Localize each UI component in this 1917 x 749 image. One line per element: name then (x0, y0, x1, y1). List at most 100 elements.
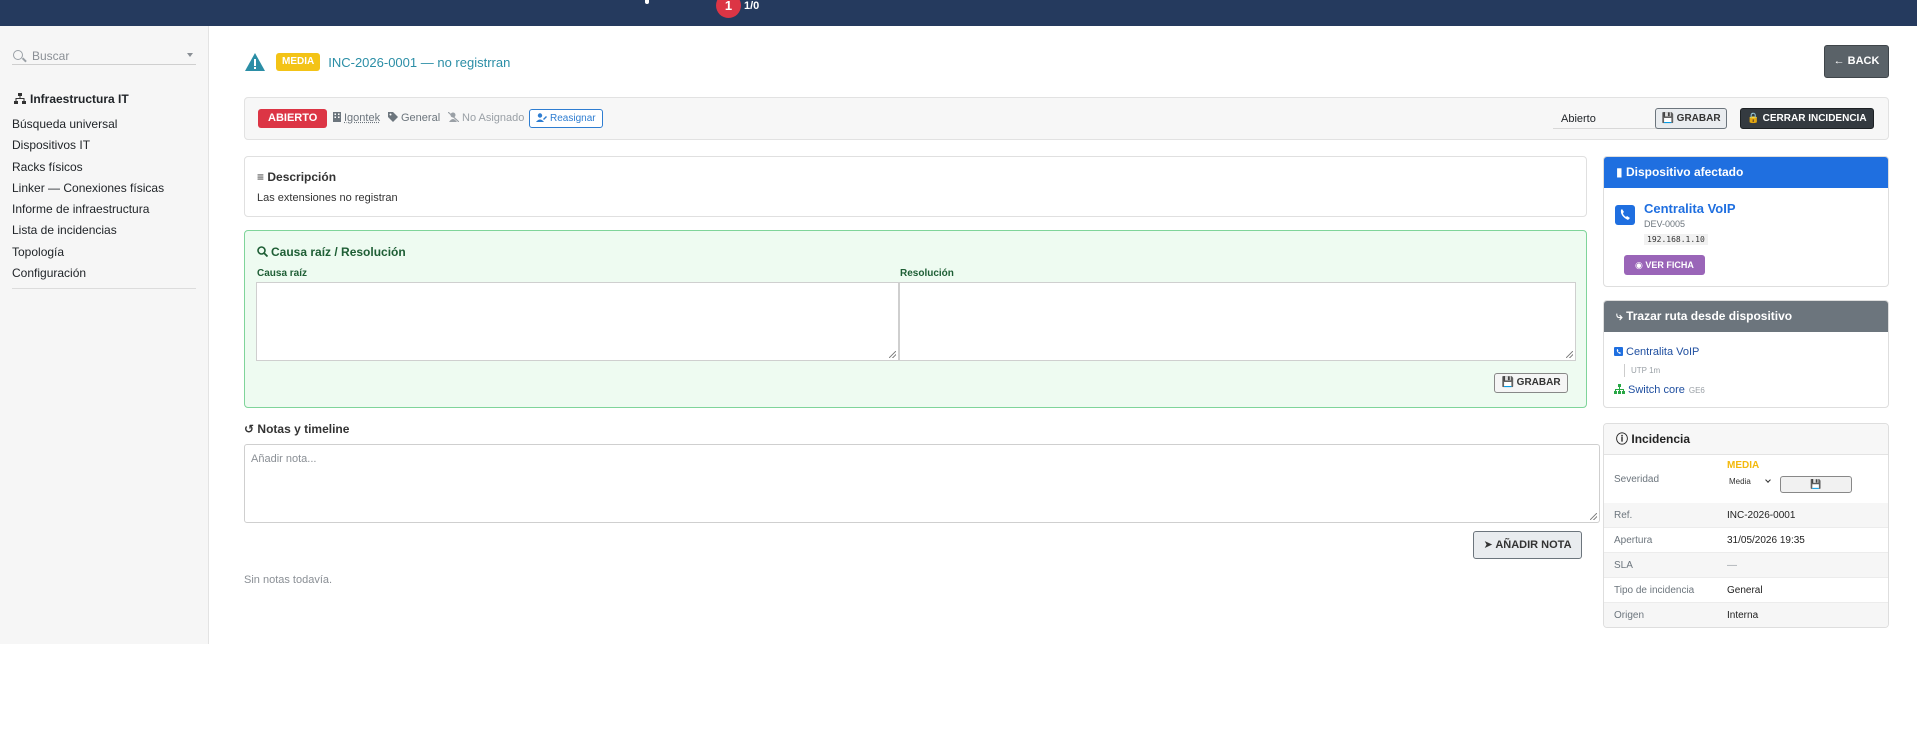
search-icon (13, 50, 23, 60)
sidebar-item-informe[interactable]: Informe de infraestructura (12, 199, 164, 220)
route-link: UTP 1m (1624, 364, 1660, 377)
sidebar-item-linker[interactable]: Linker — Conexiones físicas (12, 178, 164, 199)
device-name-link[interactable]: Centralita VoIP (1644, 201, 1736, 216)
route-to-label: Switch core (1628, 384, 1685, 396)
description-title-text: Descripción (267, 170, 337, 184)
device-code: DEV-0005 (1644, 219, 1686, 229)
notification-badge[interactable]: 1 (716, 0, 741, 18)
resize-handle-icon[interactable] (1590, 513, 1597, 520)
resolution-label: Resolución (900, 268, 954, 279)
description-text: Las extensiones no registran (257, 192, 398, 204)
affected-device-header: ▮ Dispositivo afectado (1604, 157, 1888, 188)
notification-counter: 1/0 (744, 0, 760, 12)
navbar-caret (645, 0, 649, 4)
close-incident-button[interactable]: 🔒 CERRAR INCIDENCIA (1740, 108, 1874, 129)
root-cause-card: Causa raíz / Resolución Causa raíz Resol… (244, 230, 1587, 408)
route-card: ⤷ Trazar ruta desde dispositivo Centrali… (1603, 300, 1889, 408)
save-status-label: GRABAR (1676, 113, 1721, 124)
search-placeholder: Buscar (32, 49, 70, 63)
route-end[interactable]: Switch core GE6 (1614, 384, 1705, 396)
note-textarea[interactable]: Añadir nota... (244, 444, 1600, 523)
save-severity-button[interactable]: 💾 (1780, 476, 1852, 493)
severity-label: Severidad (1614, 474, 1660, 485)
status-bar: ABIERTO Igontek General No Asignado Reas… (244, 97, 1889, 140)
sidebar-section-title[interactable]: Infraestructura IT (14, 92, 129, 106)
user-edit-icon (536, 113, 547, 122)
detail-row-tipo: Tipo de incidencia General (1604, 578, 1888, 603)
sidebar-divider (12, 288, 196, 289)
owner-label: Igontek (344, 112, 381, 124)
route-to-port: GE6 (1688, 386, 1705, 395)
save-icon: 💾 (1501, 377, 1514, 388)
sitemap-icon (1614, 384, 1625, 394)
status-badge: ABIERTO (258, 109, 328, 128)
route-from-label: Centralita VoIP (1626, 346, 1700, 358)
search-input[interactable]: Buscar (12, 48, 196, 65)
save-icon: 💾 (1661, 113, 1674, 124)
root-cause-title: Causa raíz / Resolución (257, 245, 406, 259)
resolution-textarea[interactable] (899, 282, 1576, 361)
send-icon: ➤ (1483, 539, 1493, 551)
status-select-value: Abierto (1561, 113, 1596, 125)
user-slash-icon (448, 112, 459, 122)
severity-select[interactable]: Media (1729, 475, 1774, 489)
description-card: ≡ Descripción Las extensiones no registr… (244, 156, 1587, 217)
root-cause-title-text: Causa raíz / Resolución (271, 245, 406, 259)
resize-handle-icon[interactable] (1566, 351, 1573, 358)
info-icon: ⓘ (1616, 432, 1629, 446)
incident-details-card: ⓘ Incidencia Severidad MEDIA Media 💾 Ref… (1603, 423, 1889, 628)
phone-icon (1615, 205, 1635, 225)
incident-details-title: Incidencia (1631, 432, 1691, 446)
search-icon (257, 246, 268, 257)
severity-value: MEDIA (1727, 460, 1760, 471)
incident-details-header: ⓘ Incidencia (1604, 424, 1888, 455)
detail-value: INC-2026-0001 (1727, 510, 1796, 521)
view-device-button[interactable]: ◉ VER FICHA (1624, 255, 1705, 275)
resize-handle-icon[interactable] (889, 351, 896, 358)
sidebar-item-dispositivos[interactable]: Dispositivos IT (12, 135, 164, 156)
sidebar-menu: Búsqueda universal Dispositivos IT Racks… (12, 114, 164, 284)
assignee-text: No Asignado (462, 112, 525, 124)
eye-icon: ◉ (1635, 260, 1643, 270)
assignee-label: No Asignado (448, 112, 524, 124)
detail-value: Interna (1727, 610, 1759, 621)
sidebar-item-configuracion[interactable]: Configuración (12, 263, 164, 284)
warning-icon (245, 53, 265, 71)
back-button[interactable]: ← BACK (1824, 45, 1889, 78)
close-incident-label: CERRAR INCIDENCIA (1762, 113, 1867, 124)
detail-row-sla: SLA — (1604, 553, 1888, 578)
building-icon (333, 112, 341, 122)
tag-label: General (388, 112, 440, 124)
sidebar-item-racks[interactable]: Racks físicos (12, 157, 164, 178)
save-icon: 💾 (1810, 479, 1822, 489)
sidebar-section-label: Infraestructura IT (30, 92, 129, 106)
add-note-button[interactable]: ➤ AÑADIR NOTA (1473, 531, 1582, 559)
note-placeholder: Añadir nota... (251, 453, 317, 465)
sidebar-item-busqueda[interactable]: Búsqueda universal (12, 114, 164, 135)
route-title: Trazar ruta desde dispositivo (1626, 309, 1793, 323)
view-device-label: VER FICHA (1645, 260, 1694, 270)
detail-value: 31/05/2026 19:35 (1727, 535, 1805, 546)
detail-key: Origen (1614, 610, 1645, 621)
reassign-button[interactable]: Reasignar (529, 109, 603, 128)
route-icon: ⤷ (1616, 309, 1623, 323)
save-status-button[interactable]: 💾 GRABAR (1655, 108, 1727, 129)
notes-title-text: Notas y timeline (257, 422, 350, 436)
save-root-cause-button[interactable]: 💾 GRABAR (1494, 373, 1568, 393)
detail-key: SLA (1614, 560, 1633, 571)
chevron-down-icon[interactable] (187, 53, 193, 57)
top-navbar: 1 1/0 (0, 0, 1917, 26)
arrow-left-icon: ← (1833, 55, 1845, 67)
sidebar-item-incidencias[interactable]: Lista de incidencias (12, 220, 164, 241)
affected-device-card: ▮ Dispositivo afectado Centralita VoIP D… (1603, 156, 1889, 287)
sidebar-item-topologia[interactable]: Topología (12, 242, 164, 263)
description-title: ≡ Descripción (257, 170, 336, 184)
detail-value: General (1727, 585, 1763, 596)
route-start[interactable]: Centralita VoIP (1614, 346, 1699, 358)
affected-device-title: Dispositivo afectado (1625, 165, 1744, 179)
owner-link[interactable]: Igontek (333, 112, 380, 124)
device-ip: 192.168.1.10 (1644, 234, 1708, 245)
cause-textarea[interactable] (256, 282, 899, 361)
severity-badge: MEDIA (276, 53, 321, 71)
add-note-label: AÑADIR NOTA (1495, 539, 1572, 551)
